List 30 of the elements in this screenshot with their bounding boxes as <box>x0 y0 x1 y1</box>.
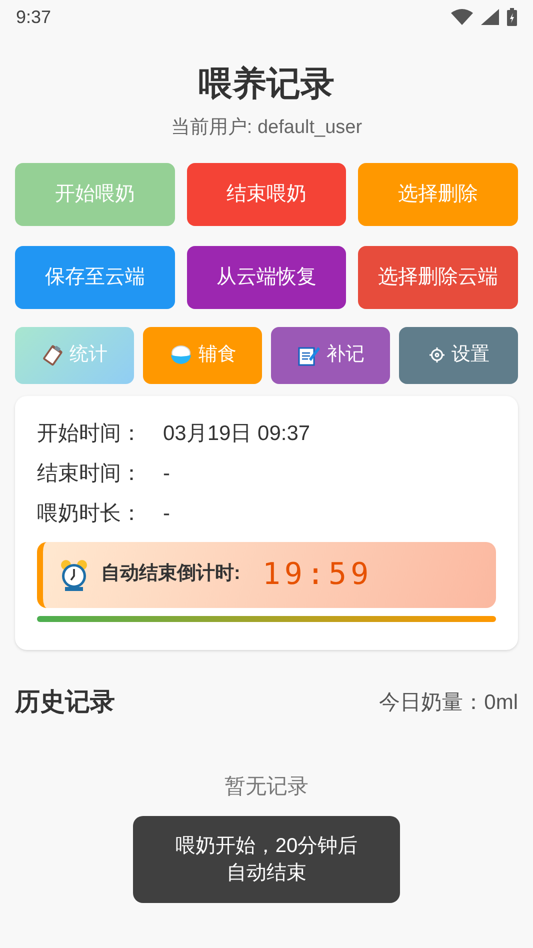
action-button[interactable]: 保存至云端 <box>15 246 175 308</box>
countdown-time: 19:59 <box>262 556 373 594</box>
status-time: 9:37 <box>16 6 52 28</box>
action-button[interactable]: 结束喂奶 <box>186 162 346 226</box>
settings-icon <box>428 346 446 364</box>
page-title: 喂养记录 <box>198 64 336 104</box>
alarm-clock-icon <box>59 558 89 590</box>
field-value: 03月19日 09:37 <box>163 420 310 447</box>
field-value: - <box>163 460 170 487</box>
action-button[interactable]: 选择删除云端 <box>358 246 518 308</box>
tool-button[interactable]: 设置 <box>399 326 518 384</box>
tool-button[interactable]: 补记 <box>271 326 390 384</box>
today-amount: 今日奶量：0ml <box>379 690 518 716</box>
field-label: 开始时间： <box>37 420 143 447</box>
countdown-label: 自动结束倒计时: <box>101 562 240 586</box>
signal-icon <box>481 9 499 25</box>
toast-message: 喂奶开始，20分钟后自动结束 <box>133 816 400 903</box>
wifi-icon <box>451 9 473 25</box>
current-user: 当前用户: default_user <box>170 116 364 140</box>
action-button[interactable]: 从云端恢复 <box>186 246 346 308</box>
field-label: 喂奶时长： <box>37 500 143 527</box>
empty-message: 暂无记录 <box>224 774 310 800</box>
field-value: - <box>163 500 170 527</box>
history-title: 历史记录 <box>15 686 115 718</box>
field-label: 结束时间： <box>37 460 143 487</box>
memo-icon <box>296 344 320 366</box>
battery-icon <box>507 8 517 26</box>
rice-bowl-icon <box>168 344 192 366</box>
tool-button[interactable]: 辅食 <box>143 326 262 384</box>
action-button[interactable]: 选择删除 <box>358 162 518 226</box>
